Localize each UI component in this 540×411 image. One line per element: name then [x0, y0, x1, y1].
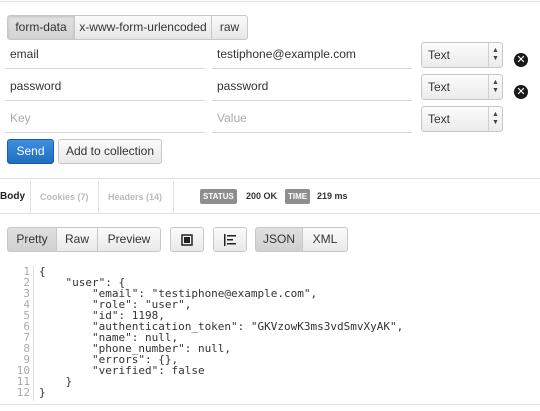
- fullscreen-icon: [181, 234, 193, 246]
- tab-headers[interactable]: Headers (14): [108, 181, 162, 213]
- preview-button[interactable]: Preview: [97, 227, 161, 252]
- tab-raw[interactable]: raw: [211, 15, 248, 40]
- toolbar-divider: [0, 213, 540, 214]
- tab-body[interactable]: Body: [0, 181, 25, 213]
- tab-separator: [30, 181, 31, 213]
- response-divider: [0, 178, 540, 179]
- time-value: 219 ms: [317, 191, 348, 201]
- param-key-email[interactable]: email: [5, 41, 205, 69]
- tab-form-data[interactable]: form-data: [7, 15, 75, 40]
- code-line: 10 "verified": false: [0, 365, 540, 376]
- status-value: 200 OK: [246, 191, 278, 201]
- json-button[interactable]: JSON: [255, 227, 303, 252]
- new-param-value-input[interactable]: Value: [212, 105, 412, 133]
- param-type-label: Text: [428, 48, 451, 62]
- line-number: 12: [16, 386, 30, 399]
- close-circle-icon[interactable]: ✕: [514, 85, 528, 99]
- param-type-select[interactable]: Text ▲ ▼: [421, 42, 503, 68]
- new-param-key-input[interactable]: Key: [5, 105, 205, 133]
- top-divider: [0, 1, 540, 2]
- new-param-type-select[interactable]: Text ▲ ▼: [421, 106, 503, 132]
- xml-button[interactable]: XML: [302, 227, 348, 252]
- response-body[interactable]: 1{2 "user": {3 "email": "testiphone@exam…: [0, 266, 540, 398]
- close-circle-icon[interactable]: ✕: [514, 53, 528, 67]
- tab-separator: [98, 181, 99, 213]
- param-value-password[interactable]: password: [212, 73, 412, 101]
- tab-x-www-form-urlencoded[interactable]: x-www-form-urlencoded: [74, 15, 212, 40]
- param-key-password[interactable]: password: [5, 73, 205, 101]
- fullscreen-button[interactable]: [170, 227, 204, 252]
- wrap-lines-icon: [224, 234, 236, 246]
- up-down-arrows-icon: ▲ ▼: [488, 43, 502, 67]
- up-down-arrows-icon: ▲ ▼: [488, 107, 502, 131]
- param-type-label: Text: [428, 80, 451, 94]
- add-to-collection-button[interactable]: Add to collection: [58, 139, 162, 164]
- code-line: 12}: [0, 387, 540, 398]
- send-button[interactable]: Send: [7, 139, 54, 164]
- pretty-button[interactable]: Pretty: [7, 227, 57, 252]
- code-text: }: [39, 386, 46, 399]
- time-badge: TIME: [285, 189, 311, 204]
- wrap-lines-button[interactable]: [213, 227, 247, 252]
- tab-separator: [173, 181, 174, 213]
- raw-button[interactable]: Raw: [56, 227, 98, 252]
- param-type-label: Text: [428, 112, 451, 126]
- code-line: 11 }: [0, 376, 540, 387]
- param-type-select[interactable]: Text ▲ ▼: [421, 74, 503, 100]
- status-badge: STATUS: [200, 189, 237, 204]
- tab-cookies[interactable]: Cookies (7): [40, 181, 89, 213]
- param-value-email[interactable]: testiphone@example.com: [212, 41, 412, 69]
- bottom-divider: [0, 404, 540, 405]
- up-down-arrows-icon: ▲ ▼: [488, 75, 502, 99]
